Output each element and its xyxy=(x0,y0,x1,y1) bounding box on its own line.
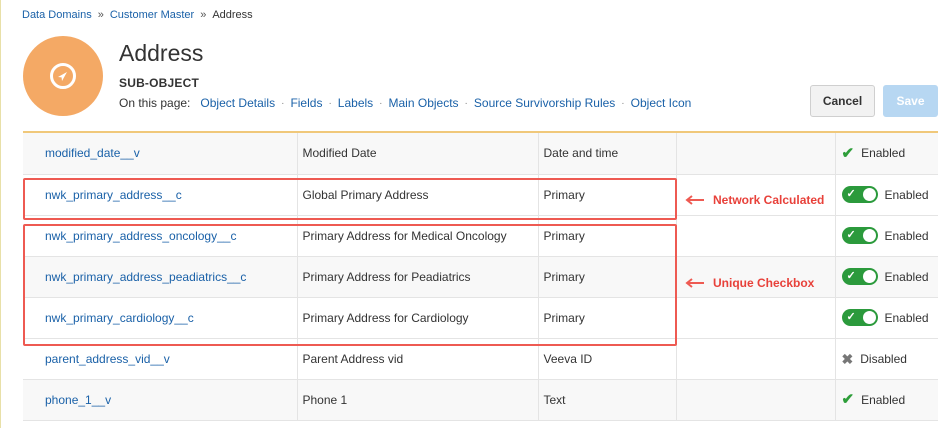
check-icon: ✓ xyxy=(846,311,856,323)
field-label: Modified Date xyxy=(297,133,539,175)
empty-cell xyxy=(676,133,836,175)
field-name-link[interactable]: nwk_primary_address_oncology__c xyxy=(45,229,236,243)
field-type: Primary xyxy=(538,256,677,298)
status-indicator: ✔ Enabled xyxy=(842,392,939,407)
check-icon: ✔ xyxy=(841,144,855,162)
on-page-label: On this page: xyxy=(119,96,191,110)
field-name-link[interactable]: parent_address_vid__v xyxy=(45,352,170,366)
enabled-toggle[interactable]: ✓ xyxy=(841,309,878,326)
status-indicator: ✓ Enabled xyxy=(841,268,939,285)
breadcrumb-separator: » xyxy=(97,9,104,21)
field-type: Text xyxy=(538,379,677,421)
arrow-left-icon xyxy=(685,278,705,288)
check-icon: ✔ xyxy=(841,391,855,408)
field-name-link[interactable]: modified_date__v xyxy=(45,146,140,160)
link-labels[interactable]: Labels xyxy=(338,96,373,110)
breadcrumb-current: Address xyxy=(212,9,253,21)
arrow-left-icon xyxy=(685,195,705,205)
status-indicator: ✔ Enabled xyxy=(842,146,939,161)
cancel-button[interactable]: Cancel xyxy=(810,85,875,117)
breadcrumb-data-domains[interactable]: Data Domains xyxy=(22,9,92,21)
link-fields[interactable]: Fields xyxy=(290,96,322,110)
field-label: Primary Address for Medical Oncology xyxy=(297,215,539,257)
page-title: Address xyxy=(119,40,204,66)
table-row: modified_date__v Modified Date Date and … xyxy=(23,133,939,175)
table-row: nwk_primary_address_oncology__c Primary … xyxy=(23,215,939,257)
field-name-link[interactable]: nwk_primary_address__c xyxy=(45,188,182,202)
empty-cell xyxy=(676,379,836,421)
field-type: Primary xyxy=(538,174,677,216)
status-indicator: ✓ Enabled xyxy=(841,309,939,326)
field-name-link[interactable]: nwk_primary_cardiology__c xyxy=(45,311,194,325)
nav-separator: · xyxy=(328,97,332,109)
empty-cell xyxy=(676,215,836,257)
field-type: Primary xyxy=(538,297,677,339)
status-text: Enabled xyxy=(884,228,929,243)
breadcrumb-separator: » xyxy=(200,9,207,21)
field-name-link[interactable]: phone_1__v xyxy=(45,393,111,407)
annotation-text: Network Calculated xyxy=(713,193,825,207)
field-type: Date and time xyxy=(538,133,677,175)
annotation-text: Unique Checkbox xyxy=(713,276,815,290)
breadcrumb: Data Domains » Customer Master » Address xyxy=(22,9,253,21)
object-type-label: SUB-OBJECT xyxy=(119,76,200,90)
link-main-objects[interactable]: Main Objects xyxy=(389,96,459,110)
check-icon: ✓ xyxy=(846,229,856,241)
field-label: Primary Address for Cardiology xyxy=(297,297,539,339)
link-object-icon[interactable]: Object Icon xyxy=(631,96,692,110)
status-text: Enabled xyxy=(884,269,929,284)
field-type: Primary xyxy=(538,215,677,257)
status-text: Enabled xyxy=(884,310,929,325)
object-icon-badge xyxy=(23,36,103,116)
nav-separator: · xyxy=(379,97,383,109)
network-calculated-annotation: Network Calculated xyxy=(685,193,824,207)
field-label: Global Primary Address xyxy=(297,174,539,216)
field-label: Parent Address vid xyxy=(297,338,539,380)
field-type: Veeva ID xyxy=(538,338,677,380)
field-label: Phone 1 xyxy=(297,379,539,421)
table-row: phone_1__v Phone 1 Text ✔ Enabled xyxy=(23,379,939,421)
save-button[interactable]: Save xyxy=(883,85,938,117)
table-row: nwk_primary_cardiology__c Primary Addres… xyxy=(23,297,939,339)
link-object-details[interactable]: Object Details xyxy=(200,96,275,110)
nav-separator: · xyxy=(621,97,625,109)
field-label: Primary Address for Peadiatrics xyxy=(297,256,539,298)
enabled-toggle[interactable]: ✓ xyxy=(841,186,878,203)
nav-separator: · xyxy=(464,97,468,109)
status-text: Disabled xyxy=(860,351,907,366)
status-indicator: ✖ Disabled xyxy=(842,352,939,366)
status-indicator: ✓ Enabled xyxy=(841,227,939,244)
empty-cell xyxy=(676,297,836,339)
nav-separator: · xyxy=(281,97,285,109)
empty-cell xyxy=(676,338,836,380)
enabled-toggle[interactable]: ✓ xyxy=(841,268,878,285)
link-source-survivorship-rules[interactable]: Source Survivorship Rules xyxy=(474,96,615,110)
x-icon: ✖ xyxy=(841,350,854,367)
field-name-link[interactable]: nwk_primary_address_peadiatrics__c xyxy=(45,270,246,284)
table-row: parent_address_vid__v Parent Address vid… xyxy=(23,338,939,380)
status-text: Enabled xyxy=(861,146,906,161)
enabled-toggle[interactable]: ✓ xyxy=(841,227,878,244)
on-page-nav: On this page: Object Details · Fields · … xyxy=(119,96,691,110)
compass-icon xyxy=(50,63,76,89)
status-text: Enabled xyxy=(884,187,929,202)
check-icon: ✓ xyxy=(846,270,856,282)
unique-checkbox-annotation: Unique Checkbox xyxy=(685,276,814,290)
status-text: Enabled xyxy=(861,392,906,407)
check-icon: ✓ xyxy=(846,188,856,200)
breadcrumb-customer-master[interactable]: Customer Master xyxy=(110,9,194,21)
status-indicator: ✓ Enabled xyxy=(841,186,939,203)
